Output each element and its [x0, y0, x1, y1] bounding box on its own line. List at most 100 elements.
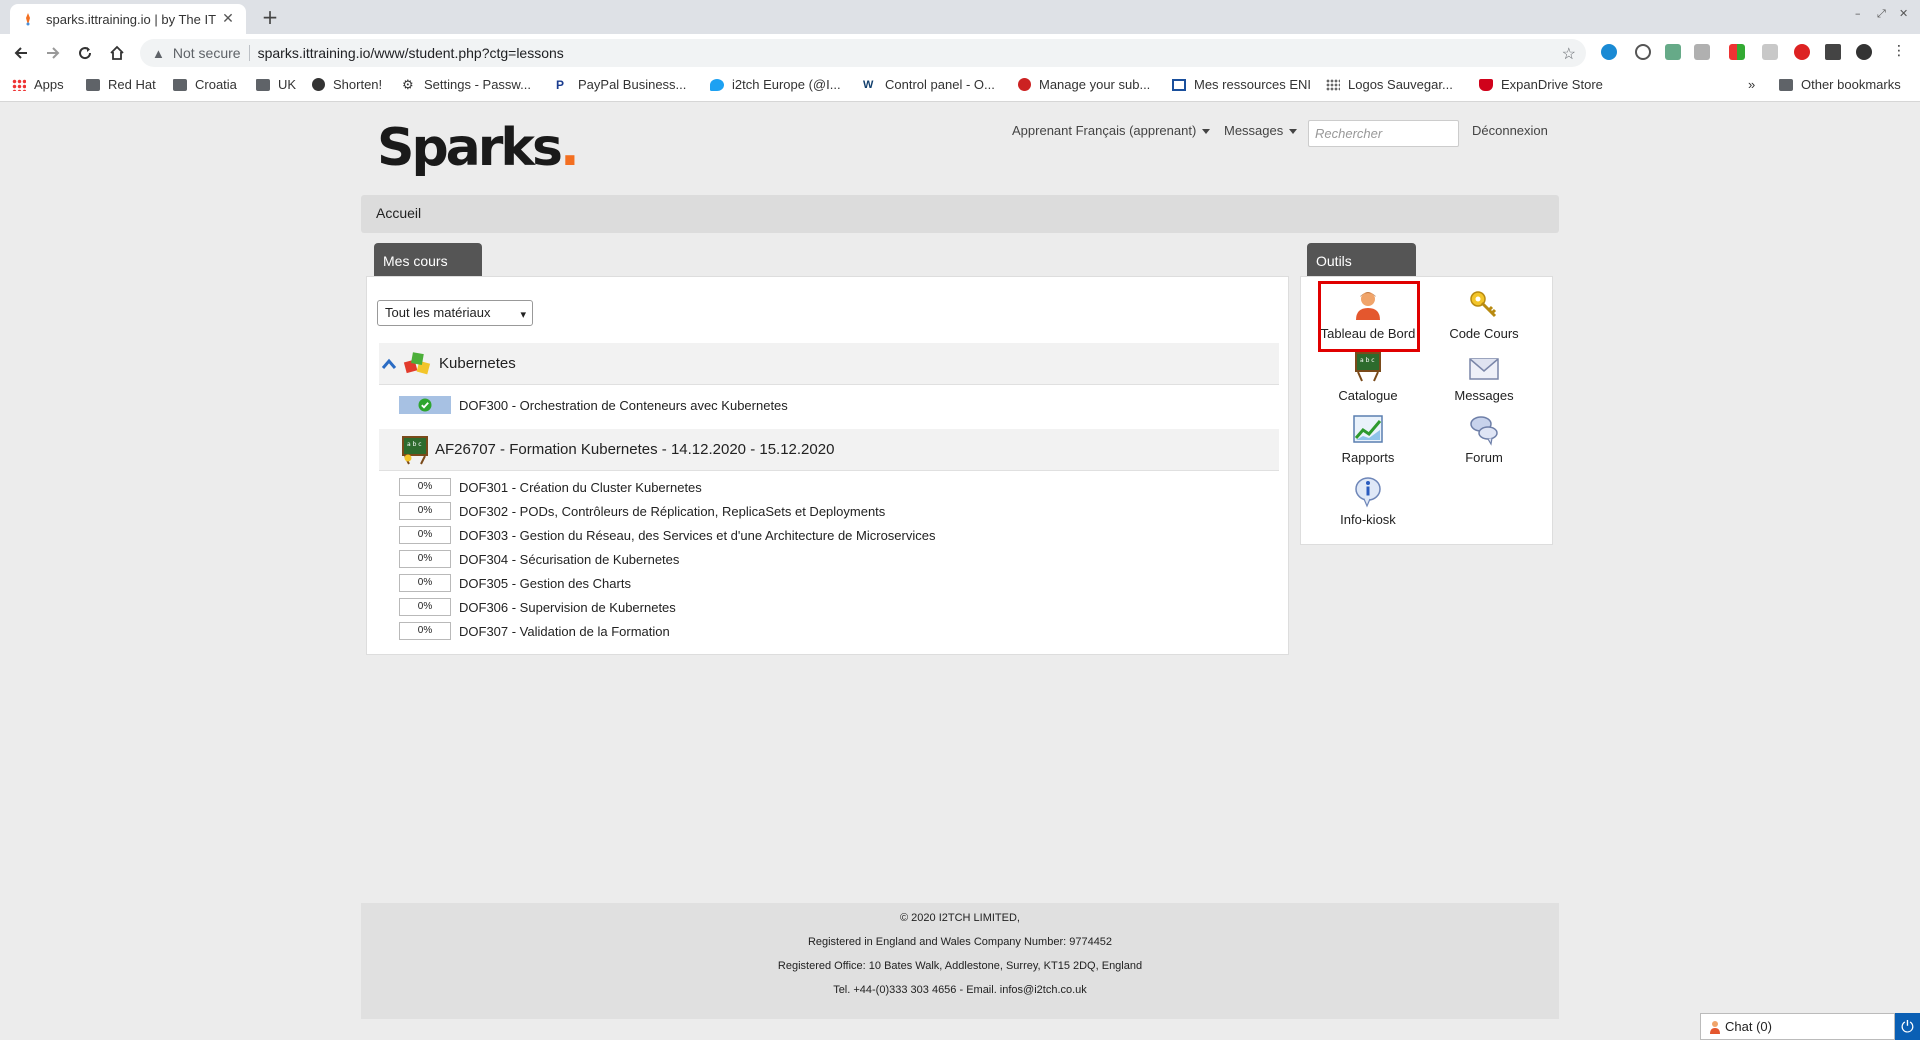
paypal-icon: P: [556, 77, 565, 92]
tool-catalogue[interactable]: a b c Catalogue: [1313, 350, 1423, 403]
power-icon[interactable]: ⏻: [1895, 1013, 1920, 1040]
tool-forum[interactable]: Forum: [1429, 412, 1539, 465]
courses-panel-title: Mes cours: [383, 253, 448, 269]
folder-icon: [256, 78, 270, 91]
user-menu[interactable]: Apprenant Français (apprenant): [1012, 123, 1211, 138]
extensions-puzzle-icon[interactable]: [1825, 44, 1841, 60]
bookmark-control-panel[interactable]: W Control panel - O...: [863, 77, 995, 92]
tool-messages[interactable]: Messages: [1429, 350, 1539, 403]
bookmarks-bar: Apps Red Hat Croatia UK Shorten! ⚙ Setti…: [0, 70, 1920, 102]
profile-avatar-icon[interactable]: [1856, 44, 1872, 60]
speech-bubbles-icon: [1470, 416, 1498, 446]
bookmark-eni[interactable]: Mes ressources ENI: [1172, 77, 1311, 92]
vivaldi-icon: [1018, 78, 1031, 91]
collapse-arrow-icon[interactable]: [381, 358, 397, 370]
bookmark-shorten[interactable]: Shorten!: [312, 77, 382, 92]
course-row[interactable]: 0% DOF305 - Gestion des Charts: [399, 573, 631, 593]
folder-icon: [1779, 78, 1793, 91]
close-window-icon[interactable]: ✕: [1899, 7, 1908, 20]
tool-info-kiosk[interactable]: Info-kiosk: [1313, 474, 1423, 527]
logout-link[interactable]: Déconnexion: [1472, 123, 1548, 138]
tool-course-code[interactable]: Code Cours: [1429, 288, 1539, 341]
course-link[interactable]: DOF307 - Validation de la Formation: [459, 624, 670, 639]
bookmark-apps[interactable]: Apps: [12, 77, 64, 92]
messages-menu[interactable]: Messages: [1224, 123, 1298, 138]
course-link[interactable]: DOF302 - PODs, Contrôleurs de Réplicatio…: [459, 504, 885, 519]
bookmark-croatia[interactable]: Croatia: [173, 77, 237, 92]
course-row[interactable]: 0% DOF302 - PODs, Contrôleurs de Réplica…: [399, 501, 885, 521]
logo-dot: .: [559, 118, 580, 178]
forward-icon[interactable]: [42, 42, 64, 64]
course-link[interactable]: DOF306 - Supervision de Kubernetes: [459, 600, 676, 615]
course-link[interactable]: DOF304 - Sécurisation de Kubernetes: [459, 552, 679, 567]
course-group-header[interactable]: a b c AF26707 - Formation Kubernetes - 1…: [379, 429, 1279, 471]
site-favicon-icon: [20, 11, 36, 27]
bookmark-red-hat[interactable]: Red Hat: [86, 77, 156, 92]
bookmark-manage-subscription[interactable]: Manage your sub...: [1018, 77, 1150, 92]
progress-badge: 0%: [399, 550, 451, 568]
home-icon[interactable]: [106, 42, 128, 64]
course-link[interactable]: DOF300 - Orchestration de Conteneurs ave…: [459, 398, 788, 413]
course-link[interactable]: DOF301 - Création du Cluster Kubernetes: [459, 480, 702, 495]
course-link[interactable]: DOF303 - Gestion du Réseau, des Services…: [459, 528, 935, 543]
skype-extension-icon[interactable]: [1601, 44, 1617, 60]
warning-icon[interactable]: ▲: [152, 46, 165, 61]
grid-dots-icon: [1326, 78, 1340, 91]
breadcrumb-home[interactable]: Accueil: [376, 205, 421, 221]
course-row[interactable]: 0% DOF306 - Supervision de Kubernetes: [399, 597, 676, 617]
bookmark-label: ExpanDrive Store: [1501, 77, 1603, 92]
course-row[interactable]: DOF300 - Orchestration de Conteneurs ave…: [399, 395, 788, 415]
course-group-header[interactable]: Kubernetes: [379, 343, 1279, 385]
progress-badge: 0%: [399, 478, 451, 496]
bookmark-label: Croatia: [195, 77, 237, 92]
course-row[interactable]: 0% DOF301 - Création du Cluster Kubernet…: [399, 477, 702, 497]
bookmark-label: i2tch Europe (@I...: [732, 77, 841, 92]
course-row[interactable]: 0% DOF307 - Validation de la Formation: [399, 621, 670, 641]
course-row[interactable]: 0% DOF304 - Sécurisation de Kubernetes: [399, 549, 679, 569]
tool-label: Code Cours: [1449, 326, 1519, 341]
reload-icon[interactable]: [74, 42, 96, 64]
bookmark-settings[interactable]: ⚙ Settings - Passw...: [402, 77, 531, 92]
tool-label: Info-kiosk: [1340, 512, 1396, 527]
tab-close-icon[interactable]: ✕: [220, 11, 236, 27]
security-label: Not secure: [172, 45, 241, 61]
key-icon: [1470, 291, 1497, 318]
course-row[interactable]: 0% DOF303 - Gestion du Réseau, des Servi…: [399, 525, 935, 545]
restore-icon[interactable]: ⤢: [1877, 7, 1886, 21]
course-group-title: AF26707 - Formation Kubernetes - 14.12.2…: [435, 441, 835, 458]
back-icon[interactable]: [10, 42, 32, 64]
expandrive-icon: [1479, 78, 1493, 91]
chat-widget[interactable]: Chat (0): [1700, 1013, 1895, 1040]
tool-reports[interactable]: Rapports: [1313, 412, 1423, 465]
browser-toolbar: ▲ Not secure sparks.ittraining.io/www/st…: [0, 34, 1920, 70]
bookmark-logos[interactable]: Logos Sauvegar...: [1326, 77, 1453, 92]
bookmark-uk[interactable]: UK: [256, 77, 296, 92]
search-input[interactable]: [1308, 120, 1459, 147]
download-extension-icon[interactable]: [1665, 44, 1681, 60]
bookmark-expandrive[interactable]: ExpanDrive Store: [1479, 77, 1603, 92]
other-bookmarks[interactable]: Other bookmarks: [1779, 77, 1901, 92]
more-bookmarks-button[interactable]: »: [1748, 77, 1755, 92]
colorful-extension-icon[interactable]: [1729, 44, 1745, 60]
course-group-title: Kubernetes: [439, 355, 516, 372]
browser-tabstrip: sparks.ittraining.io | by The IT ✕ + – ⤢…: [0, 0, 1920, 34]
browser-tab[interactable]: sparks.ittraining.io | by The IT ✕: [10, 4, 246, 34]
sparks-logo[interactable]: Sparks.: [377, 118, 580, 178]
globe-icon: [312, 78, 325, 91]
course-link[interactable]: DOF305 - Gestion des Charts: [459, 576, 631, 591]
bookmark-label: Control panel - O...: [885, 77, 995, 92]
browser-menu-icon[interactable]: ⋮: [1892, 44, 1906, 60]
bookmark-paypal[interactable]: P PayPal Business...: [556, 77, 686, 92]
minimize-icon[interactable]: –: [1855, 7, 1861, 20]
materials-filter-select[interactable]: Tout les matériaux ▾: [377, 300, 533, 326]
bookmark-twitter[interactable]: i2tch Europe (@I...: [710, 77, 841, 92]
dropbox-extension-icon[interactable]: [1694, 44, 1710, 60]
vivaldi-extension-icon[interactable]: [1794, 44, 1810, 60]
address-bar[interactable]: ▲ Not secure sparks.ittraining.io/www/st…: [140, 39, 1586, 67]
bookmark-star-icon[interactable]: ☆: [1562, 44, 1576, 64]
speed-extension-icon[interactable]: [1635, 44, 1651, 60]
tools-extension-icon[interactable]: [1762, 44, 1778, 60]
address-divider: [248, 45, 250, 61]
new-tab-icon[interactable]: +: [258, 6, 282, 30]
folder-icon: [173, 78, 187, 91]
